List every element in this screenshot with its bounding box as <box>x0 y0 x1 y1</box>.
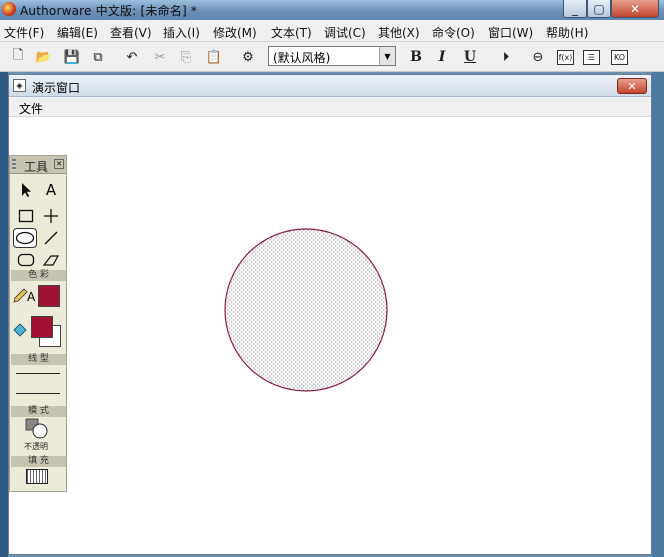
stroke-color-swatch[interactable] <box>38 285 60 307</box>
import-icon[interactable]: ⧉ <box>88 47 108 67</box>
diagonal-line-tool-icon[interactable] <box>39 228 63 248</box>
run-icon[interactable]: ⏵ <box>496 47 516 67</box>
paint-bucket-icon <box>11 320 29 340</box>
variables-icon[interactable]: ☰ <box>583 50 600 65</box>
open-file-icon[interactable]: 📂 <box>34 47 54 67</box>
menu-view[interactable]: 查看(V) <box>110 24 152 41</box>
control-panel-icon[interactable]: ⊖ <box>528 47 548 67</box>
functions-icon[interactable]: f(x) <box>557 50 574 65</box>
minimize-button[interactable]: _ <box>563 0 587 18</box>
app-title: Authorware 中文版: [未命名] * <box>20 4 198 18</box>
save-all-icon[interactable]: 💾 <box>62 47 82 67</box>
menu-other[interactable]: 其他(X) <box>378 24 420 41</box>
style-select-value: (默认风格) <box>273 51 331 65</box>
ellipse-tool-icon[interactable] <box>13 228 37 248</box>
fill-pattern-swatch[interactable] <box>26 469 48 484</box>
workspace-edge-right <box>652 72 664 557</box>
line-medium-option[interactable] <box>16 393 60 394</box>
section-color-label: 色 彩 <box>11 270 66 281</box>
stage-canvas[interactable] <box>9 75 651 554</box>
stroke-color-label: A <box>27 290 36 304</box>
paste-icon[interactable]: 📋 <box>204 47 224 67</box>
close-icon[interactable]: ✕ <box>54 159 64 169</box>
close-button[interactable]: ✕ <box>611 0 659 18</box>
drag-handle-icon[interactable] <box>12 159 16 171</box>
polygon-tool-icon[interactable] <box>39 250 63 270</box>
menu-edit[interactable]: 编辑(E) <box>57 24 98 41</box>
rounded-rectangle-tool-icon[interactable] <box>14 250 38 270</box>
section-mode-label: 模 式 <box>11 406 66 417</box>
menu-help[interactable]: 帮助(H) <box>546 24 588 41</box>
underline-button[interactable]: U <box>460 47 480 67</box>
section-line-label: 线 型 <box>11 354 66 365</box>
opaque-mode-icon[interactable] <box>24 418 50 440</box>
copy-icon[interactable]: ⎘ <box>176 47 196 67</box>
menu-modify[interactable]: 修改(M) <box>213 24 257 41</box>
mode-value: 不透明 <box>24 442 48 451</box>
menu-debug[interactable]: 调试(C) <box>324 24 366 41</box>
italic-button[interactable]: I <box>432 47 452 67</box>
rectangle-tool-icon[interactable] <box>14 206 38 226</box>
bold-button[interactable]: B <box>406 47 426 67</box>
menubar: 文件(F) 编辑(E) 查看(V) 插入(I) 修改(M) 文本(T) 调试(C… <box>0 20 664 42</box>
menu-text[interactable]: 文本(T) <box>271 24 312 41</box>
menu-command[interactable]: 命令(O) <box>432 24 475 41</box>
menu-window[interactable]: 窗口(W) <box>488 24 533 41</box>
cut-icon[interactable]: ✂ <box>150 47 170 67</box>
find-icon[interactable]: ⚙ <box>238 47 258 67</box>
drawn-circle[interactable] <box>224 228 388 392</box>
new-file-icon[interactable]: 🗋 <box>8 47 28 67</box>
tools-palette-title: 工具 <box>24 160 49 174</box>
presentation-window: ◈ 演示窗口 ✕ 文件 <box>8 74 652 555</box>
pointer-tool-icon[interactable] <box>14 180 38 200</box>
chevron-down-icon[interactable]: ▼ <box>379 47 395 65</box>
authorware-icon <box>2 2 16 16</box>
workspace-edge <box>0 72 8 557</box>
maximize-button[interactable]: ▢ <box>587 0 611 18</box>
line-thin-option[interactable] <box>16 373 60 374</box>
fill-foreground-swatch[interactable] <box>31 316 53 338</box>
style-select[interactable]: (默认风格) ▼ <box>268 46 396 66</box>
knowledge-objects-button[interactable]: KO <box>611 50 628 65</box>
text-tool-icon[interactable]: A <box>39 180 63 200</box>
tools-palette: 工具 ✕ A 色 彩 A 线 型 模 式 不透明 填 充 <box>9 155 67 492</box>
crosshair-tool-icon[interactable] <box>39 206 63 226</box>
menu-insert[interactable]: 插入(I) <box>163 24 200 41</box>
section-fill-label: 填 充 <box>11 456 66 467</box>
undo-icon[interactable]: ↶ <box>122 47 142 67</box>
menu-file[interactable]: 文件(F) <box>4 24 44 41</box>
tools-palette-header[interactable]: 工具 ✕ <box>10 156 66 174</box>
app-titlebar: Authorware 中文版: [未命名] * _ ▢ ✕ <box>0 0 664 20</box>
